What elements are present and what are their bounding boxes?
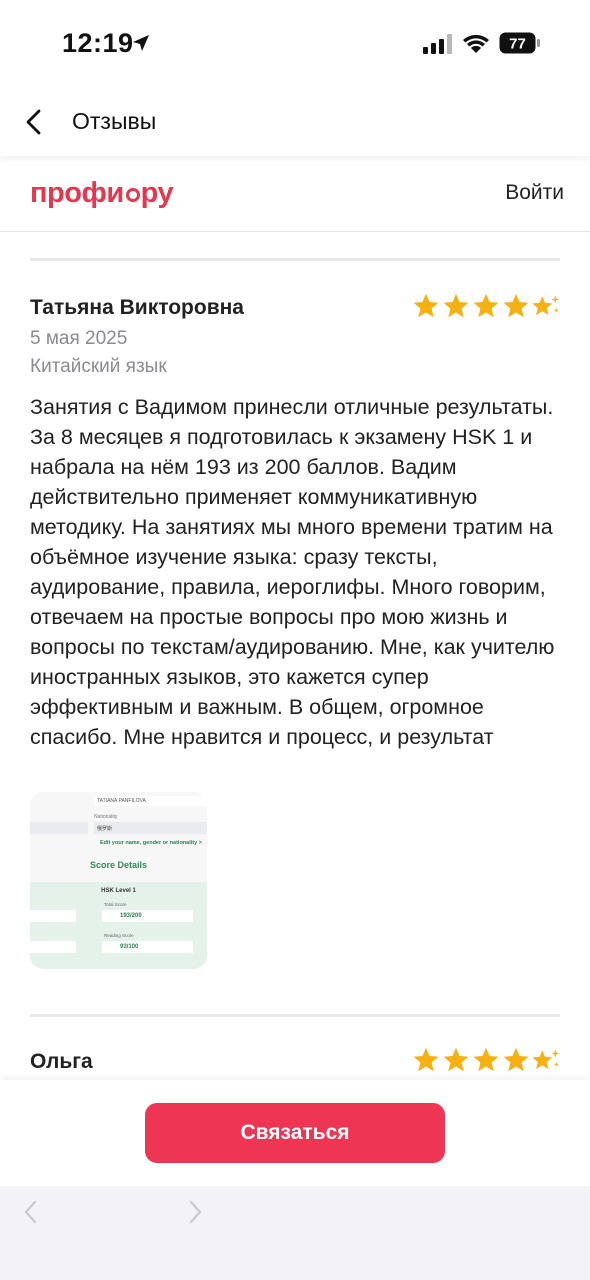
thumb-name-field: TATIANA PANFILOVA [94,796,207,806]
battery-level: 77 [509,36,526,53]
review-text: Занятия с Вадимом принесли отличные резу… [30,395,555,749]
status-bar: 12:19 77 [0,0,590,90]
thumb-score-panel [30,882,207,969]
thumb-left-box [30,941,76,953]
thumb-level: HSK Level 1 [101,888,136,894]
star-icon [413,293,439,318]
star-icon [503,1047,529,1072]
rating-stars [412,292,560,320]
cellular-signal-icon [423,34,452,54]
thumb-left-box [30,910,76,922]
top-header: Отзывы [0,90,590,156]
thumb-total-value: 193/200 [102,910,193,922]
thumb-nationality-label: Nationality [94,814,118,820]
star-icon [413,1047,439,1072]
page-title: Отзывы [72,108,157,134]
wifi-icon [463,34,489,53]
star-icon [473,293,499,318]
contact-button[interactable]: Связаться [145,1103,445,1163]
thumb-total-label: Total Score [104,902,127,907]
review-date: 5 мая 2025 [30,328,128,349]
thumb-nationality-value: 俄罗斯 [94,822,207,834]
logo-dot-icon [125,188,140,202]
battery-icon: 77 [499,32,540,54]
browser-back-icon[interactable] [22,1200,40,1224]
browser-toolbar [0,1186,590,1280]
review-divider [30,1014,560,1017]
star-icon [443,293,469,318]
brand-bar: профи ру Войти [0,156,590,232]
sparkle-star-icon [532,295,560,315]
star-icon [443,1047,469,1072]
review-divider [30,258,560,261]
thumb-edit-link: Edit your name, gender or nationality > [100,840,202,846]
star-icon [503,293,529,318]
status-time: 12:19 [62,28,134,58]
logo-text-left: профи [30,176,124,209]
reviewer-name: Ольга [30,1050,93,1073]
profi-logo[interactable]: профи ру [30,176,174,210]
bottom-action-bar: Связаться [0,1080,590,1186]
rating-stars [412,1046,560,1074]
login-link[interactable]: Войти [505,181,564,205]
star-icon [473,1047,499,1072]
location-arrow-icon [133,35,149,51]
back-chevron-icon[interactable] [22,108,48,136]
thumb-reading-label: Reading Score [104,933,134,938]
thumb-score-title: Score Details [89,860,148,870]
browser-forward-icon[interactable] [186,1200,204,1224]
thumb-reading-value: 93/100 [102,941,193,953]
sparkle-star-icon [532,1049,560,1069]
review-subject: Китайский язык [30,356,167,377]
review-attachment-thumbnail[interactable]: TATIANA PANFILOVA Nationality 俄罗斯 Edit y… [30,792,207,969]
reviewer-name: Татьяна Викторовна [30,296,244,319]
review-card: Татьяна Викторовна 5 мая 2025 Китайский … [30,293,560,776]
review-card: Ольга [30,1047,560,1080]
thumb-left-field [30,822,88,834]
logo-text-right: ру [140,176,174,209]
